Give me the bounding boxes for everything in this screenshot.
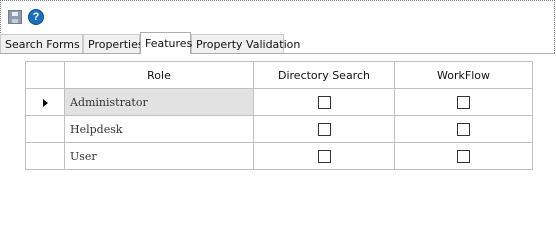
role-cell[interactable]: User bbox=[64, 142, 254, 170]
tab-properties[interactable]: Properties bbox=[83, 34, 144, 53]
table-row[interactable]: User bbox=[25, 142, 533, 170]
toolbar: ? bbox=[8, 8, 44, 26]
roles-grid: Role Directory Search WorkFlow Administr… bbox=[25, 61, 533, 170]
save-icon[interactable] bbox=[8, 10, 22, 24]
workflow-cell bbox=[394, 115, 533, 143]
tab-strip: Search Forms Properties Features Propert… bbox=[0, 32, 555, 54]
tab-search-forms[interactable]: Search Forms bbox=[0, 34, 83, 53]
directory-search-checkbox[interactable] bbox=[317, 95, 331, 109]
workflow-checkbox[interactable] bbox=[457, 149, 470, 163]
directory-search-cell bbox=[253, 142, 395, 170]
workflow-checkbox[interactable] bbox=[457, 95, 470, 109]
row-header[interactable] bbox=[25, 142, 65, 170]
role-cell[interactable]: Administrator bbox=[64, 88, 254, 116]
column-header-directory-search[interactable]: Directory Search bbox=[253, 61, 395, 89]
directory-search-checkbox[interactable] bbox=[317, 149, 331, 163]
workflow-checkbox[interactable] bbox=[457, 122, 470, 136]
row-header[interactable] bbox=[25, 115, 65, 143]
help-icon[interactable]: ? bbox=[28, 9, 44, 25]
directory-search-cell bbox=[253, 115, 395, 143]
column-header-role[interactable]: Role bbox=[64, 61, 254, 89]
directory-search-cell bbox=[253, 88, 395, 116]
grid-header-row: Role Directory Search WorkFlow bbox=[25, 61, 533, 89]
role-cell[interactable]: Helpdesk bbox=[64, 115, 254, 143]
table-row[interactable]: Administrator bbox=[25, 88, 533, 116]
current-row-arrow-icon bbox=[42, 98, 48, 107]
row-header-corner bbox=[25, 61, 65, 89]
table-row[interactable]: Helpdesk bbox=[25, 115, 533, 143]
column-header-workflow[interactable]: WorkFlow bbox=[394, 61, 533, 89]
tab-property-validation[interactable]: Property Validation bbox=[191, 34, 300, 53]
workflow-cell bbox=[394, 142, 533, 170]
directory-search-checkbox[interactable] bbox=[317, 122, 331, 136]
workflow-cell bbox=[394, 88, 533, 116]
row-header[interactable] bbox=[25, 88, 65, 116]
tab-features[interactable]: Features bbox=[140, 32, 192, 54]
help-glyph: ? bbox=[32, 11, 40, 23]
